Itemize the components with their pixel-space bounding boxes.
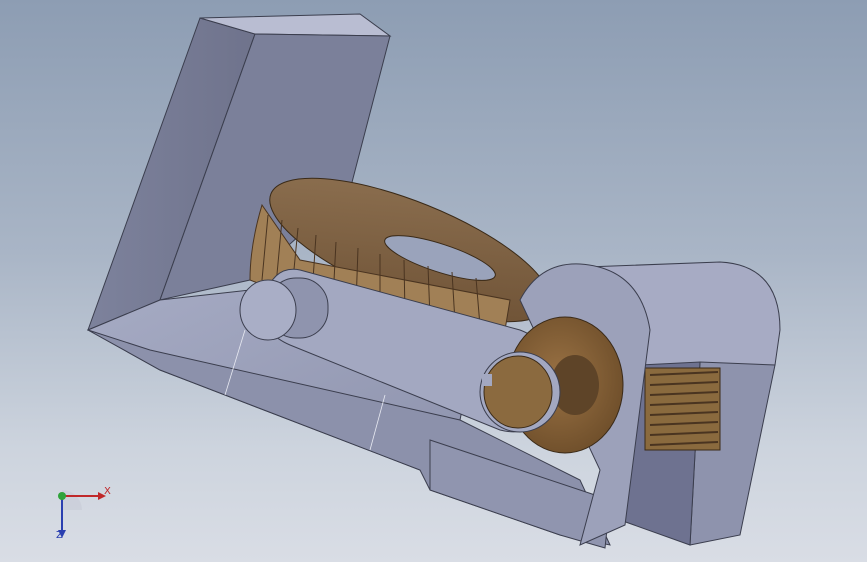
left-pin: [239, 277, 329, 341]
y-axis-dot-icon: [58, 492, 66, 500]
x-axis-label: X: [104, 486, 111, 497]
graphics-viewport[interactable]: X Z: [0, 0, 867, 562]
triad-plane-icon: [62, 490, 82, 510]
worm-screw: [644, 367, 721, 451]
model-view[interactable]: [0, 0, 867, 562]
reference-triad: X Z: [40, 478, 120, 548]
z-axis-label: Z: [56, 530, 63, 541]
